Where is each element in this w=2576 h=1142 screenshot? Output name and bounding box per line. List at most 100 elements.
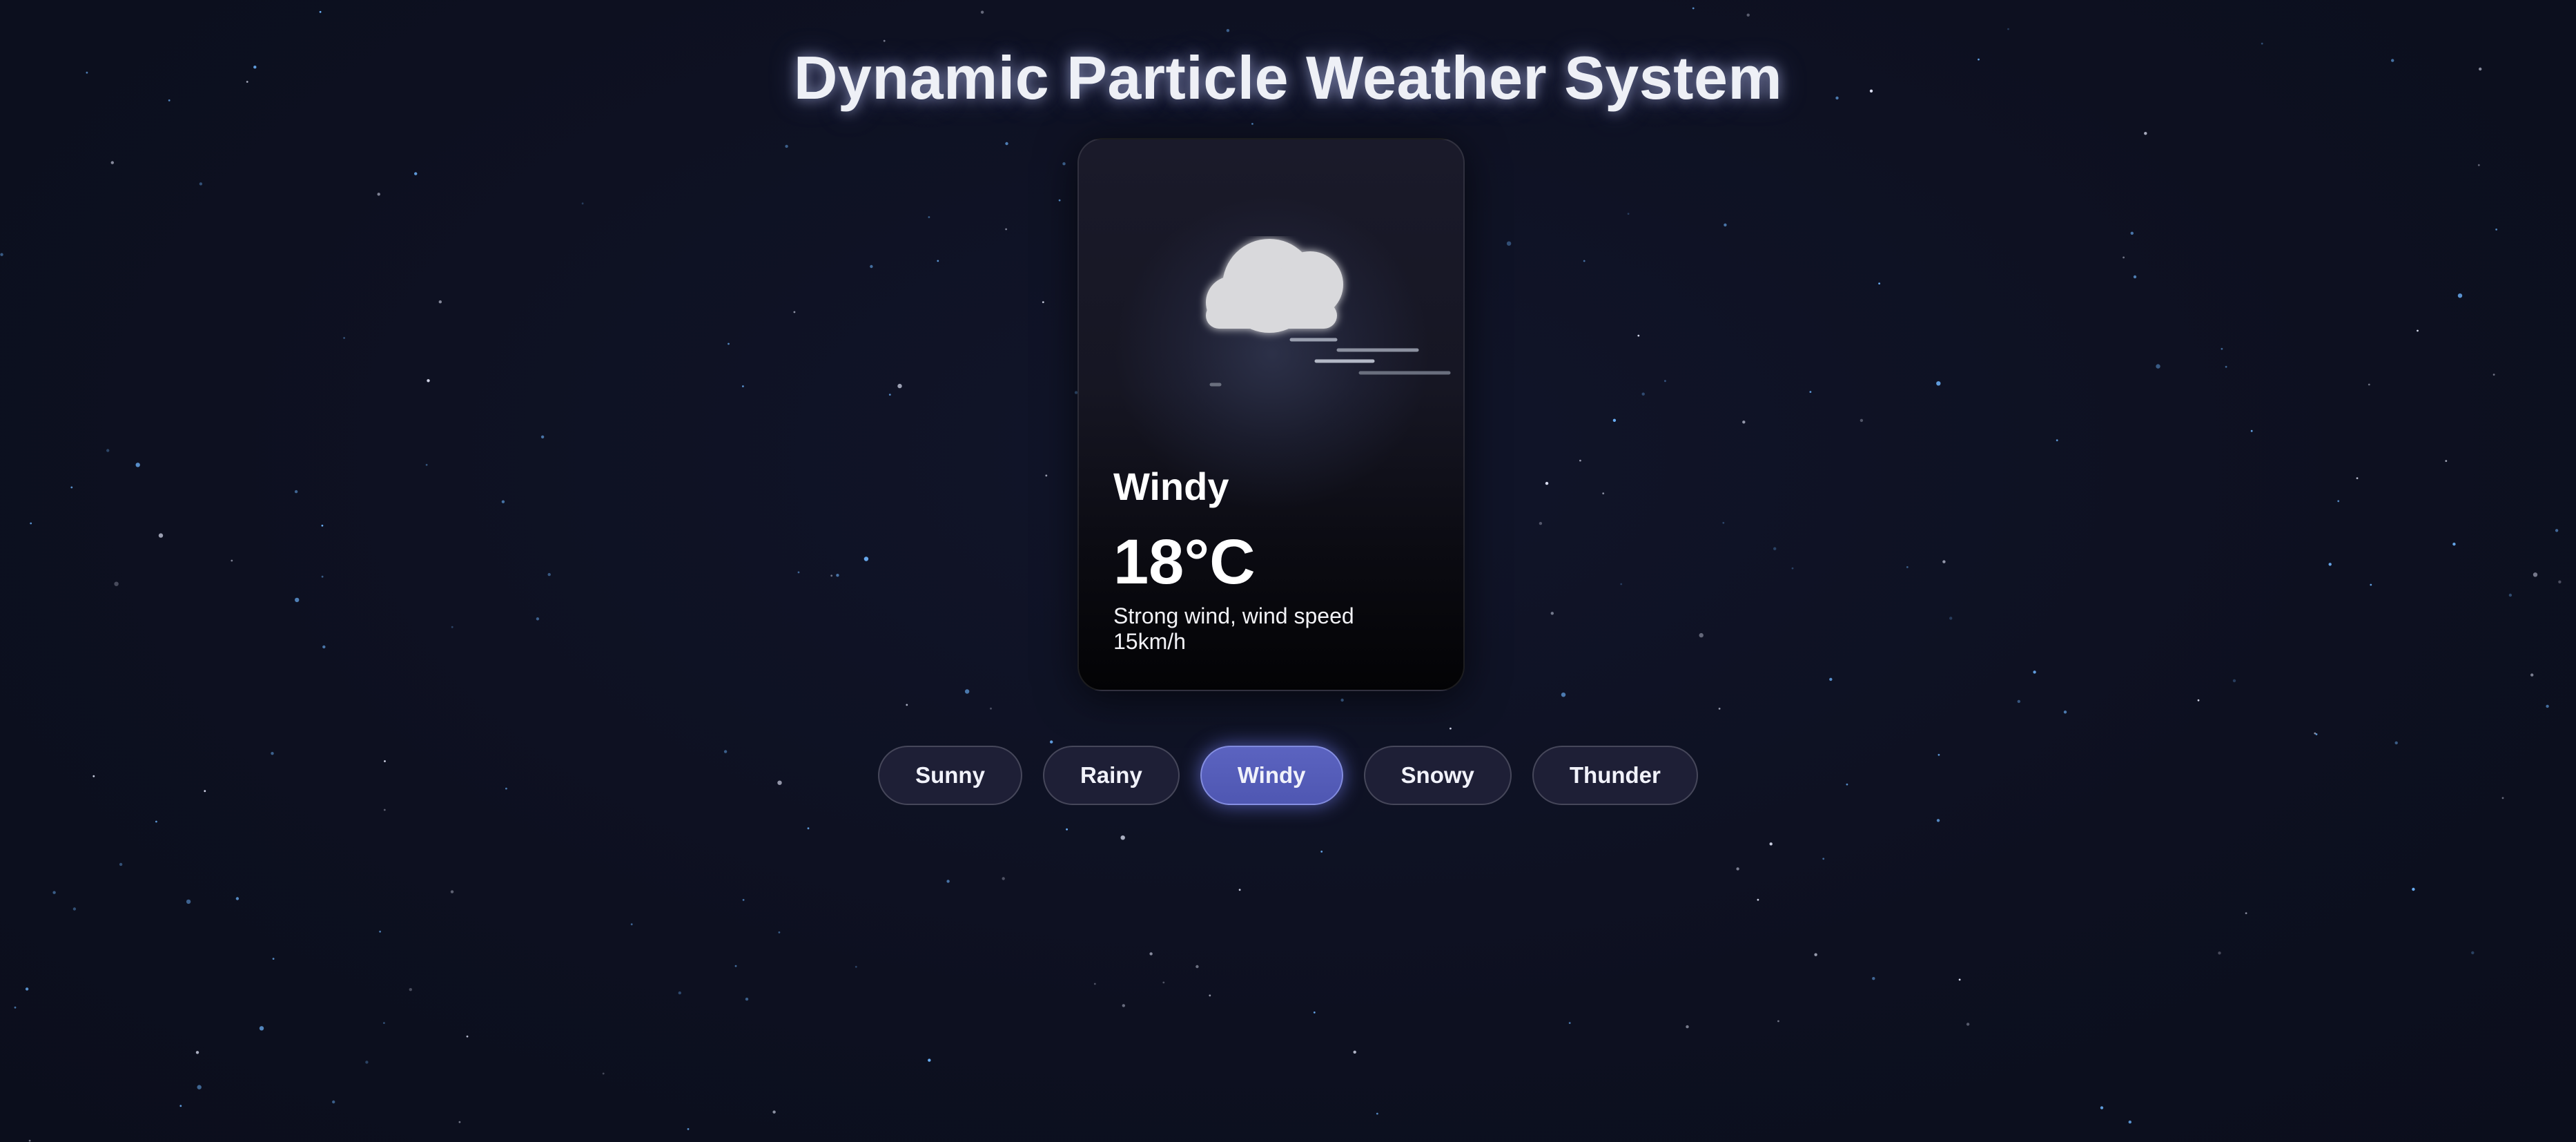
snowy-button[interactable]: Snowy <box>1363 746 1512 805</box>
star <box>2337 500 2340 503</box>
star <box>1062 162 1066 166</box>
page-title: Dynamic Particle Weather System <box>793 43 1783 112</box>
star <box>1958 978 1961 981</box>
star <box>1942 560 1946 563</box>
star <box>114 581 119 586</box>
star <box>14 1006 17 1009</box>
star <box>450 890 454 893</box>
star <box>1637 334 1640 337</box>
star <box>119 862 123 867</box>
star <box>1809 391 1812 393</box>
star <box>687 1128 690 1130</box>
star <box>425 463 428 466</box>
star <box>1313 1012 1316 1014</box>
star <box>1050 740 1053 744</box>
star <box>1353 1050 1356 1054</box>
star <box>1005 142 1008 146</box>
star <box>2133 275 2137 279</box>
star <box>343 337 345 339</box>
star <box>1736 867 1739 871</box>
star <box>863 557 869 561</box>
star <box>547 572 551 577</box>
star <box>2017 699 2020 704</box>
star <box>1692 7 1695 10</box>
star <box>186 899 191 904</box>
star <box>235 897 240 900</box>
star <box>106 449 110 452</box>
star <box>1162 981 1165 984</box>
star <box>964 689 970 694</box>
star <box>28 1139 31 1142</box>
star <box>1120 835 1125 840</box>
star <box>294 490 298 494</box>
star <box>1579 459 1581 462</box>
star <box>581 202 584 205</box>
rainy-button[interactable]: Rainy <box>1042 746 1180 805</box>
thunder-button[interactable]: Thunder <box>1532 746 1698 805</box>
star <box>728 342 730 345</box>
weather-temperature: 18°C <box>1113 527 1256 597</box>
star <box>1005 228 1007 231</box>
star <box>231 559 233 562</box>
weather-card: Windy 18°C Strong wind, wind speed 15km/… <box>1077 138 1465 691</box>
star <box>135 463 140 467</box>
star <box>830 574 833 577</box>
star <box>2197 699 2200 701</box>
star <box>466 1035 469 1038</box>
star <box>2558 580 2562 583</box>
star <box>980 10 984 14</box>
star <box>1878 282 1881 284</box>
star <box>321 524 324 527</box>
star <box>272 958 275 960</box>
star <box>1722 521 1725 524</box>
star <box>1251 123 1253 125</box>
star <box>1066 828 1068 831</box>
star <box>1561 693 1566 697</box>
star <box>2156 364 2160 369</box>
windy-button[interactable]: Windy <box>1200 746 1343 805</box>
star <box>2130 231 2134 235</box>
star <box>742 385 744 387</box>
star <box>540 435 545 438</box>
star <box>602 1072 605 1075</box>
star <box>2356 477 2359 479</box>
star <box>2123 256 2125 259</box>
star <box>1699 632 1704 638</box>
star <box>870 264 873 269</box>
star <box>2417 329 2419 332</box>
star <box>1936 819 1940 822</box>
star <box>2245 912 2247 914</box>
star <box>797 571 800 574</box>
star <box>501 500 505 503</box>
star <box>1620 583 1623 585</box>
star <box>2412 887 2415 891</box>
star <box>2063 710 2067 714</box>
star <box>52 891 56 894</box>
star <box>785 144 788 148</box>
star <box>1949 617 1953 620</box>
star <box>1568 1022 1571 1024</box>
star <box>259 1026 264 1031</box>
star <box>409 988 412 991</box>
star <box>1550 612 1554 615</box>
sunny-button[interactable]: Sunny <box>878 746 1022 805</box>
star <box>1320 851 1323 853</box>
star <box>1002 877 1005 880</box>
star <box>195 1051 199 1054</box>
star <box>1226 29 1230 32</box>
star <box>2328 563 2332 566</box>
star <box>295 597 300 603</box>
star <box>2495 229 2498 231</box>
star <box>836 574 839 577</box>
star <box>897 383 902 389</box>
star <box>199 182 203 186</box>
star <box>1966 1023 1970 1026</box>
star <box>1791 567 1794 570</box>
star <box>1742 420 1746 424</box>
star <box>1122 1004 1126 1007</box>
weather-description: Strong wind, wind speed 15km/h <box>1113 603 1354 654</box>
star <box>1906 566 1909 568</box>
star <box>745 997 749 1001</box>
star <box>1686 1025 1689 1029</box>
star <box>1724 223 1727 226</box>
